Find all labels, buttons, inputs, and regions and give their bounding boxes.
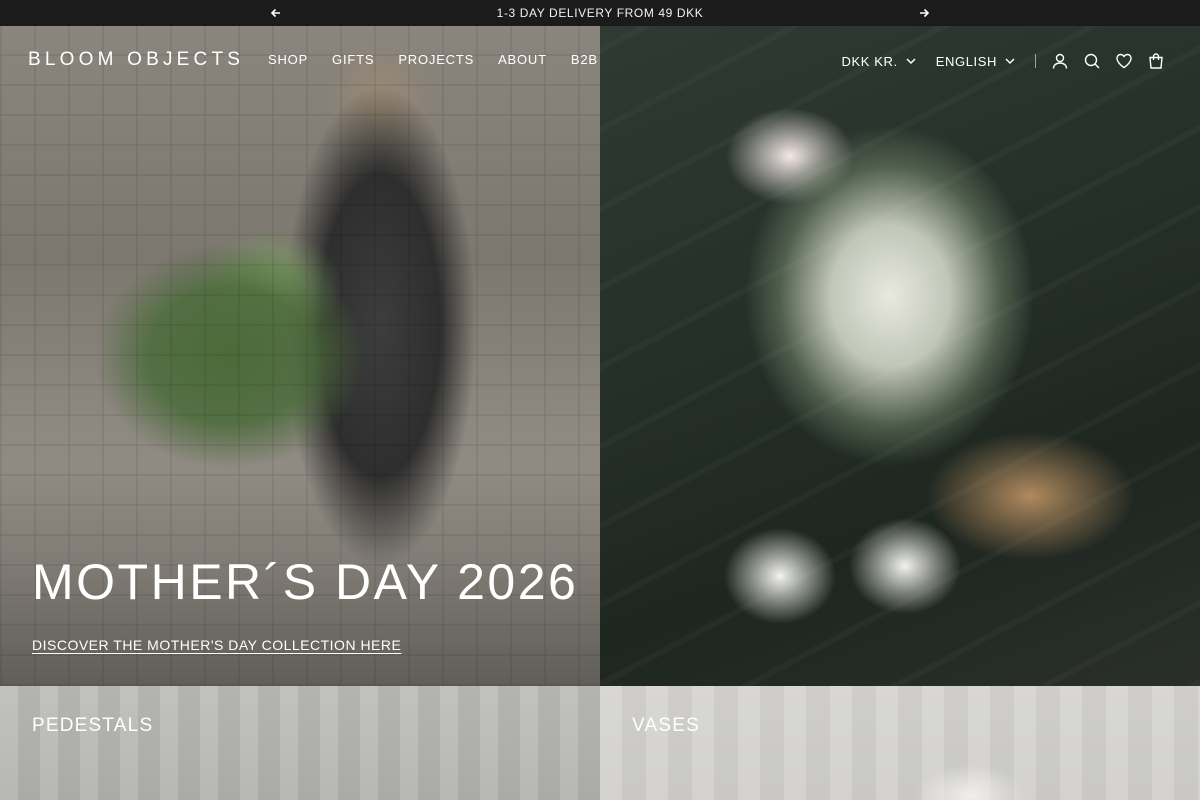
main-nav: SHOP GIFTS PROJECTS ABOUT B2B	[268, 52, 598, 67]
nav-item-about[interactable]: ABOUT	[498, 52, 547, 67]
cart-icon[interactable]	[1140, 48, 1172, 74]
arrow-right-icon[interactable]	[911, 0, 937, 26]
site-logo[interactable]: BLOOM OBJECTS	[28, 49, 244, 71]
language-label: ENGLISH	[935, 53, 997, 69]
hero-collection-link[interactable]: DISCOVER THE MOTHER'S DAY COLLECTION HER…	[32, 637, 401, 653]
collection-cards: PEDESTALS VASES	[0, 686, 1200, 800]
arrow-left-icon[interactable]	[263, 0, 289, 26]
nav-item-b2b[interactable]: B2B	[571, 52, 598, 67]
hero-title: MOTHER´S DAY 2026	[32, 554, 579, 610]
search-icon[interactable]	[1076, 48, 1108, 74]
collection-label: VASES	[632, 715, 700, 736]
account-icon[interactable]	[1044, 48, 1076, 74]
header-utilities: DKK KR. ENGLISH	[842, 48, 1173, 74]
chevron-down-icon	[1005, 57, 1015, 64]
announcement-bar: 1-3 DAY DELIVERY FROM 49 DKK	[0, 0, 1200, 26]
announcement-text: 1-3 DAY DELIVERY FROM 49 DKK	[496, 6, 704, 20]
nav-item-projects[interactable]: PROJECTS	[398, 52, 474, 67]
collection-card-pedestals[interactable]: PEDESTALS	[0, 686, 600, 800]
collection-label: PEDESTALS	[32, 715, 154, 736]
chevron-down-icon	[906, 57, 916, 64]
site-header: BLOOM OBJECTS SHOP GIFTS PROJECTS ABOUT …	[0, 26, 1200, 92]
collection-card-vases[interactable]: VASES	[600, 686, 1200, 800]
nav-item-gifts[interactable]: GIFTS	[332, 52, 374, 67]
nav-item-shop[interactable]: SHOP	[268, 52, 308, 67]
currency-selector[interactable]: DKK KR.	[842, 54, 916, 69]
wishlist-icon[interactable]	[1108, 48, 1140, 74]
hero-banner[interactable]: MOTHER´S DAY 2026 DISCOVER THE MOTHER'S …	[0, 26, 1200, 686]
language-selector[interactable]: ENGLISH	[936, 54, 1015, 69]
utility-divider	[1035, 54, 1036, 68]
currency-label: DKK KR.	[841, 53, 898, 69]
hero-image-right	[600, 26, 1200, 686]
